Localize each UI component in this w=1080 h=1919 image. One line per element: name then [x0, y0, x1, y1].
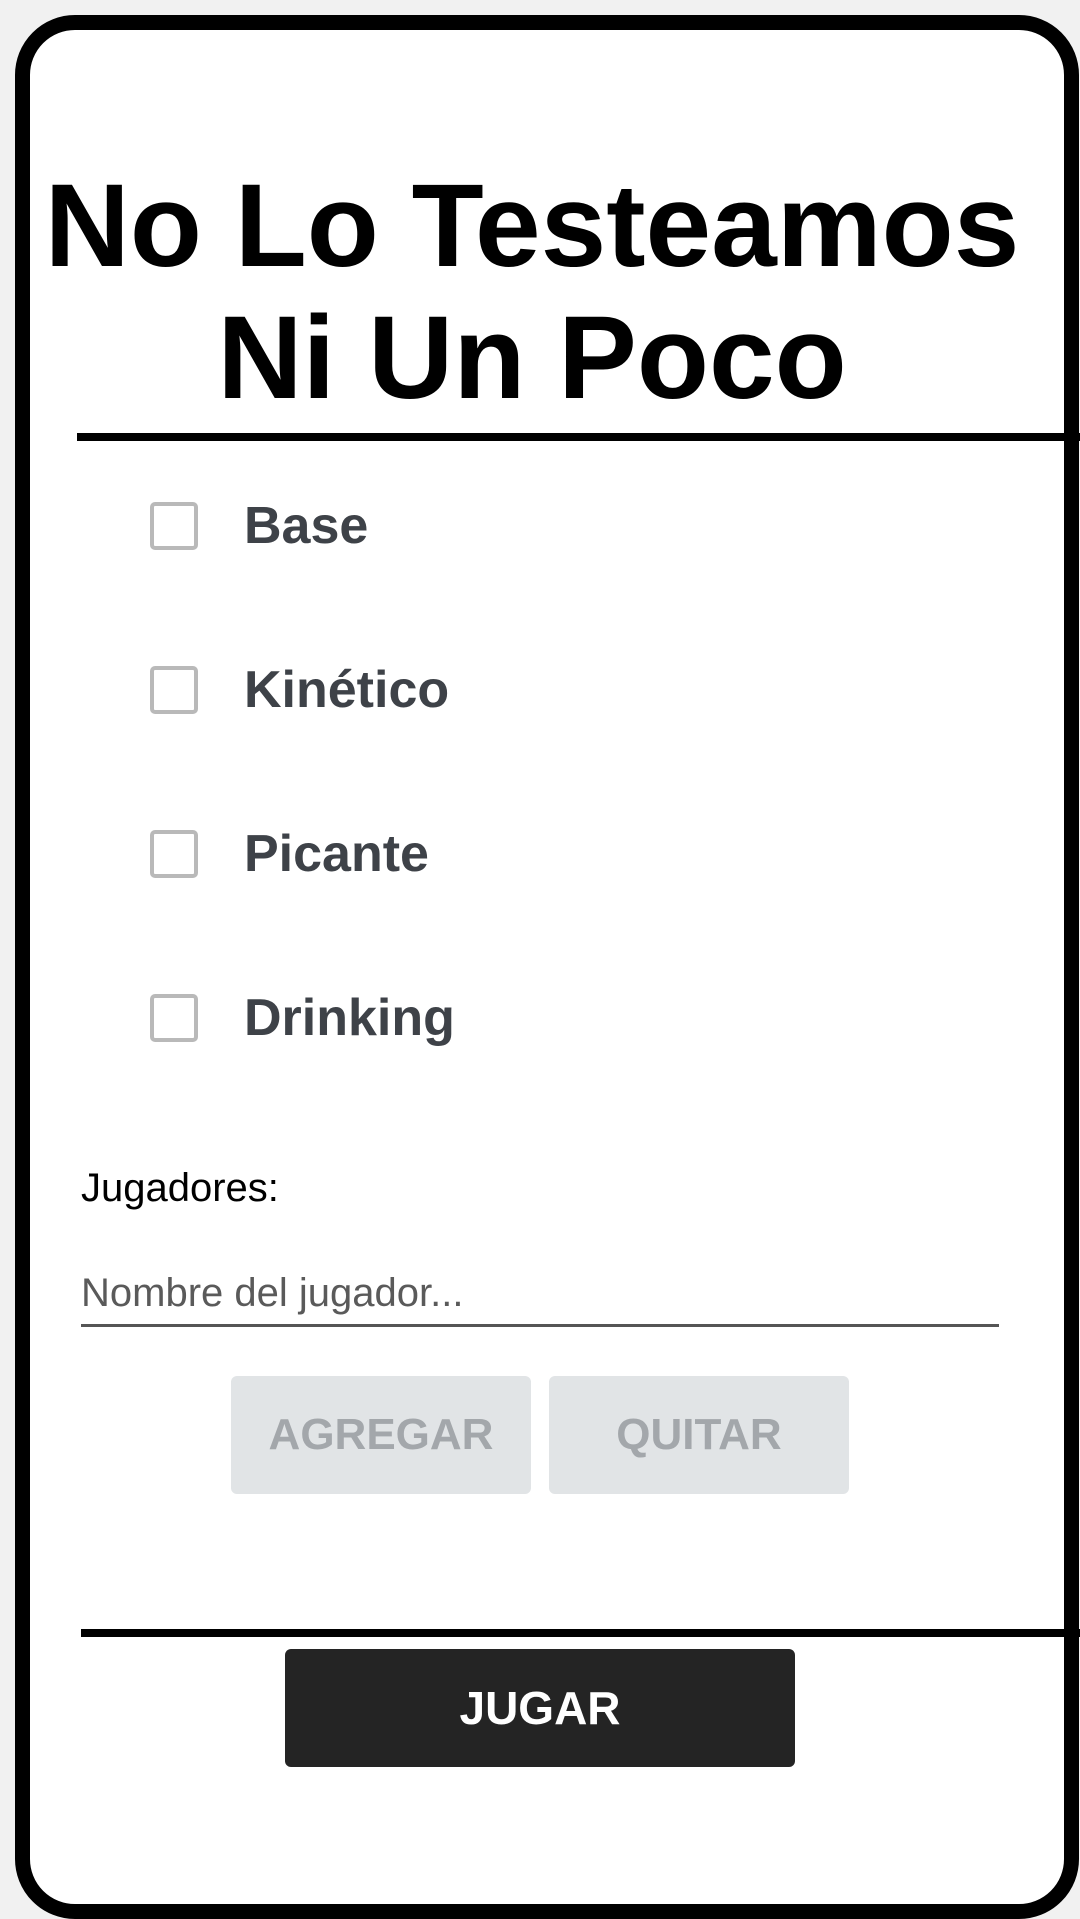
remove-player-button[interactable]: QUITAR [549, 1376, 849, 1494]
option-base-label: Base [244, 497, 369, 555]
players-label: Jugadores: [81, 1166, 279, 1210]
title-divider [77, 433, 1080, 441]
option-base[interactable]: Base [150, 496, 368, 556]
bottom-divider [81, 1629, 1080, 1637]
option-drinking[interactable]: Drinking [150, 988, 455, 1048]
option-base-checkbox[interactable] [150, 502, 198, 550]
title-line-2: Ni Un Poco [217, 292, 847, 424]
option-picante-label: Picante [244, 825, 429, 883]
option-kinetico-label: Kinético [244, 661, 450, 719]
option-picante[interactable]: Picante [150, 824, 429, 884]
option-drinking-checkbox[interactable] [150, 994, 198, 1042]
option-kinetico-checkbox[interactable] [150, 666, 198, 714]
option-kinetico[interactable]: Kinético [150, 660, 449, 720]
page-title: No Lo Testeamos Ni Un Poco [0, 160, 1064, 424]
option-drinking-label: Drinking [244, 989, 455, 1047]
title-line-1: No Lo Testeamos [44, 160, 1020, 292]
option-picante-checkbox[interactable] [150, 830, 198, 878]
add-player-button[interactable]: AGREGAR [231, 1376, 531, 1494]
player-name-input[interactable] [81, 1262, 999, 1327]
play-button[interactable]: JUGAR [285, 1649, 795, 1767]
